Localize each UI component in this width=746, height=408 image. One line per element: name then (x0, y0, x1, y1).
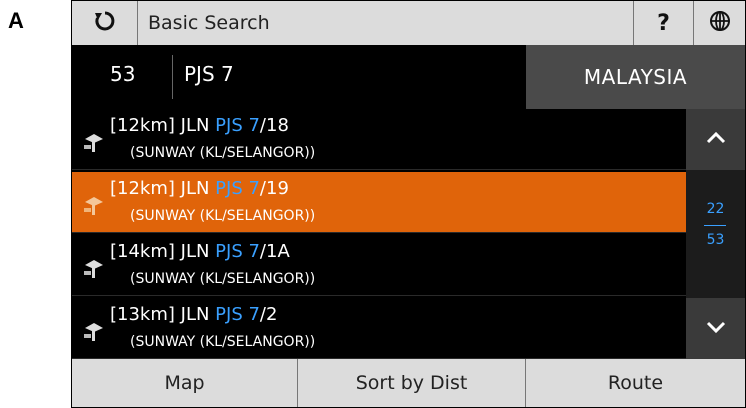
nav-screen: Basic Search ? 53 PJS 7 MALAYSIA [12km] … (71, 0, 746, 408)
panel-label: A (8, 8, 24, 33)
bottom-toolbar: Map Sort by Dist Route (72, 359, 745, 407)
result-match: PJS 7 (215, 241, 260, 262)
route-button[interactable]: Route (526, 359, 745, 407)
country-button[interactable]: MALAYSIA (526, 45, 745, 109)
result-match: PJS 7 (215, 304, 260, 325)
result-suffix: /19 (259, 178, 289, 199)
result-suffix: /1A (259, 241, 290, 262)
result-area: (SUNWAY (KL/SELANGOR)) (130, 145, 316, 161)
road-sign-icon (82, 131, 106, 155)
list-item[interactable]: [12km] JLN PJS 7/18 (SUNWAY (KL/SELANGOR… (72, 109, 686, 170)
road-sign-icon (82, 194, 106, 218)
result-area: (SUNWAY (KL/SELANGOR)) (130, 334, 316, 350)
results-list: [12km] JLN PJS 7/18 (SUNWAY (KL/SELANGOR… (72, 109, 686, 359)
globe-icon (709, 10, 731, 36)
result-distance-name: [12km] JLN (110, 115, 216, 136)
page-total: 53 (706, 232, 725, 248)
divider (172, 55, 173, 99)
result-match: PJS 7 (215, 178, 260, 199)
scroll-down-button[interactable] (686, 298, 745, 359)
scroll-up-button[interactable] (686, 109, 745, 170)
page-divider (704, 225, 726, 226)
chevron-up-icon (706, 130, 726, 149)
result-distance-name: [12km] JLN (110, 178, 216, 199)
result-count: 53 (110, 62, 136, 86)
help-button[interactable]: ? (634, 1, 694, 45)
refresh-button[interactable] (72, 1, 138, 45)
result-suffix: /18 (259, 115, 289, 136)
result-match: PJS 7 (215, 115, 260, 136)
list-item[interactable]: [14km] JLN PJS 7/1A (SUNWAY (KL/SELANGOR… (72, 235, 686, 296)
toolbar: Basic Search ? (72, 1, 745, 45)
result-distance-name: [13km] JLN (110, 304, 216, 325)
refresh-icon (94, 10, 116, 36)
list-item-selected[interactable]: [12km] JLN PJS 7/19 (SUNWAY (KL/SELANGOR… (72, 172, 686, 233)
search-mode-title[interactable]: Basic Search (138, 1, 634, 45)
scroll-column: 22 53 (686, 109, 745, 359)
chevron-down-icon (706, 319, 726, 338)
result-suffix: /2 (259, 304, 278, 325)
page-current: 22 (706, 201, 725, 217)
search-row: 53 PJS 7 MALAYSIA (72, 45, 745, 109)
sort-by-distance-button[interactable]: Sort by Dist (298, 359, 526, 407)
list-item[interactable]: [13km] JLN PJS 7/2 (SUNWAY (KL/SELANGOR)… (72, 298, 686, 359)
result-area: (SUNWAY (KL/SELANGOR)) (130, 208, 316, 224)
road-sign-icon (82, 320, 106, 344)
map-button[interactable]: Map (72, 359, 298, 407)
road-sign-icon (82, 257, 106, 281)
result-distance-name: [14km] JLN (110, 241, 216, 262)
globe-button[interactable] (694, 1, 745, 45)
result-area: (SUNWAY (KL/SELANGOR)) (130, 271, 316, 287)
search-query-field[interactable]: PJS 7 (184, 62, 234, 86)
